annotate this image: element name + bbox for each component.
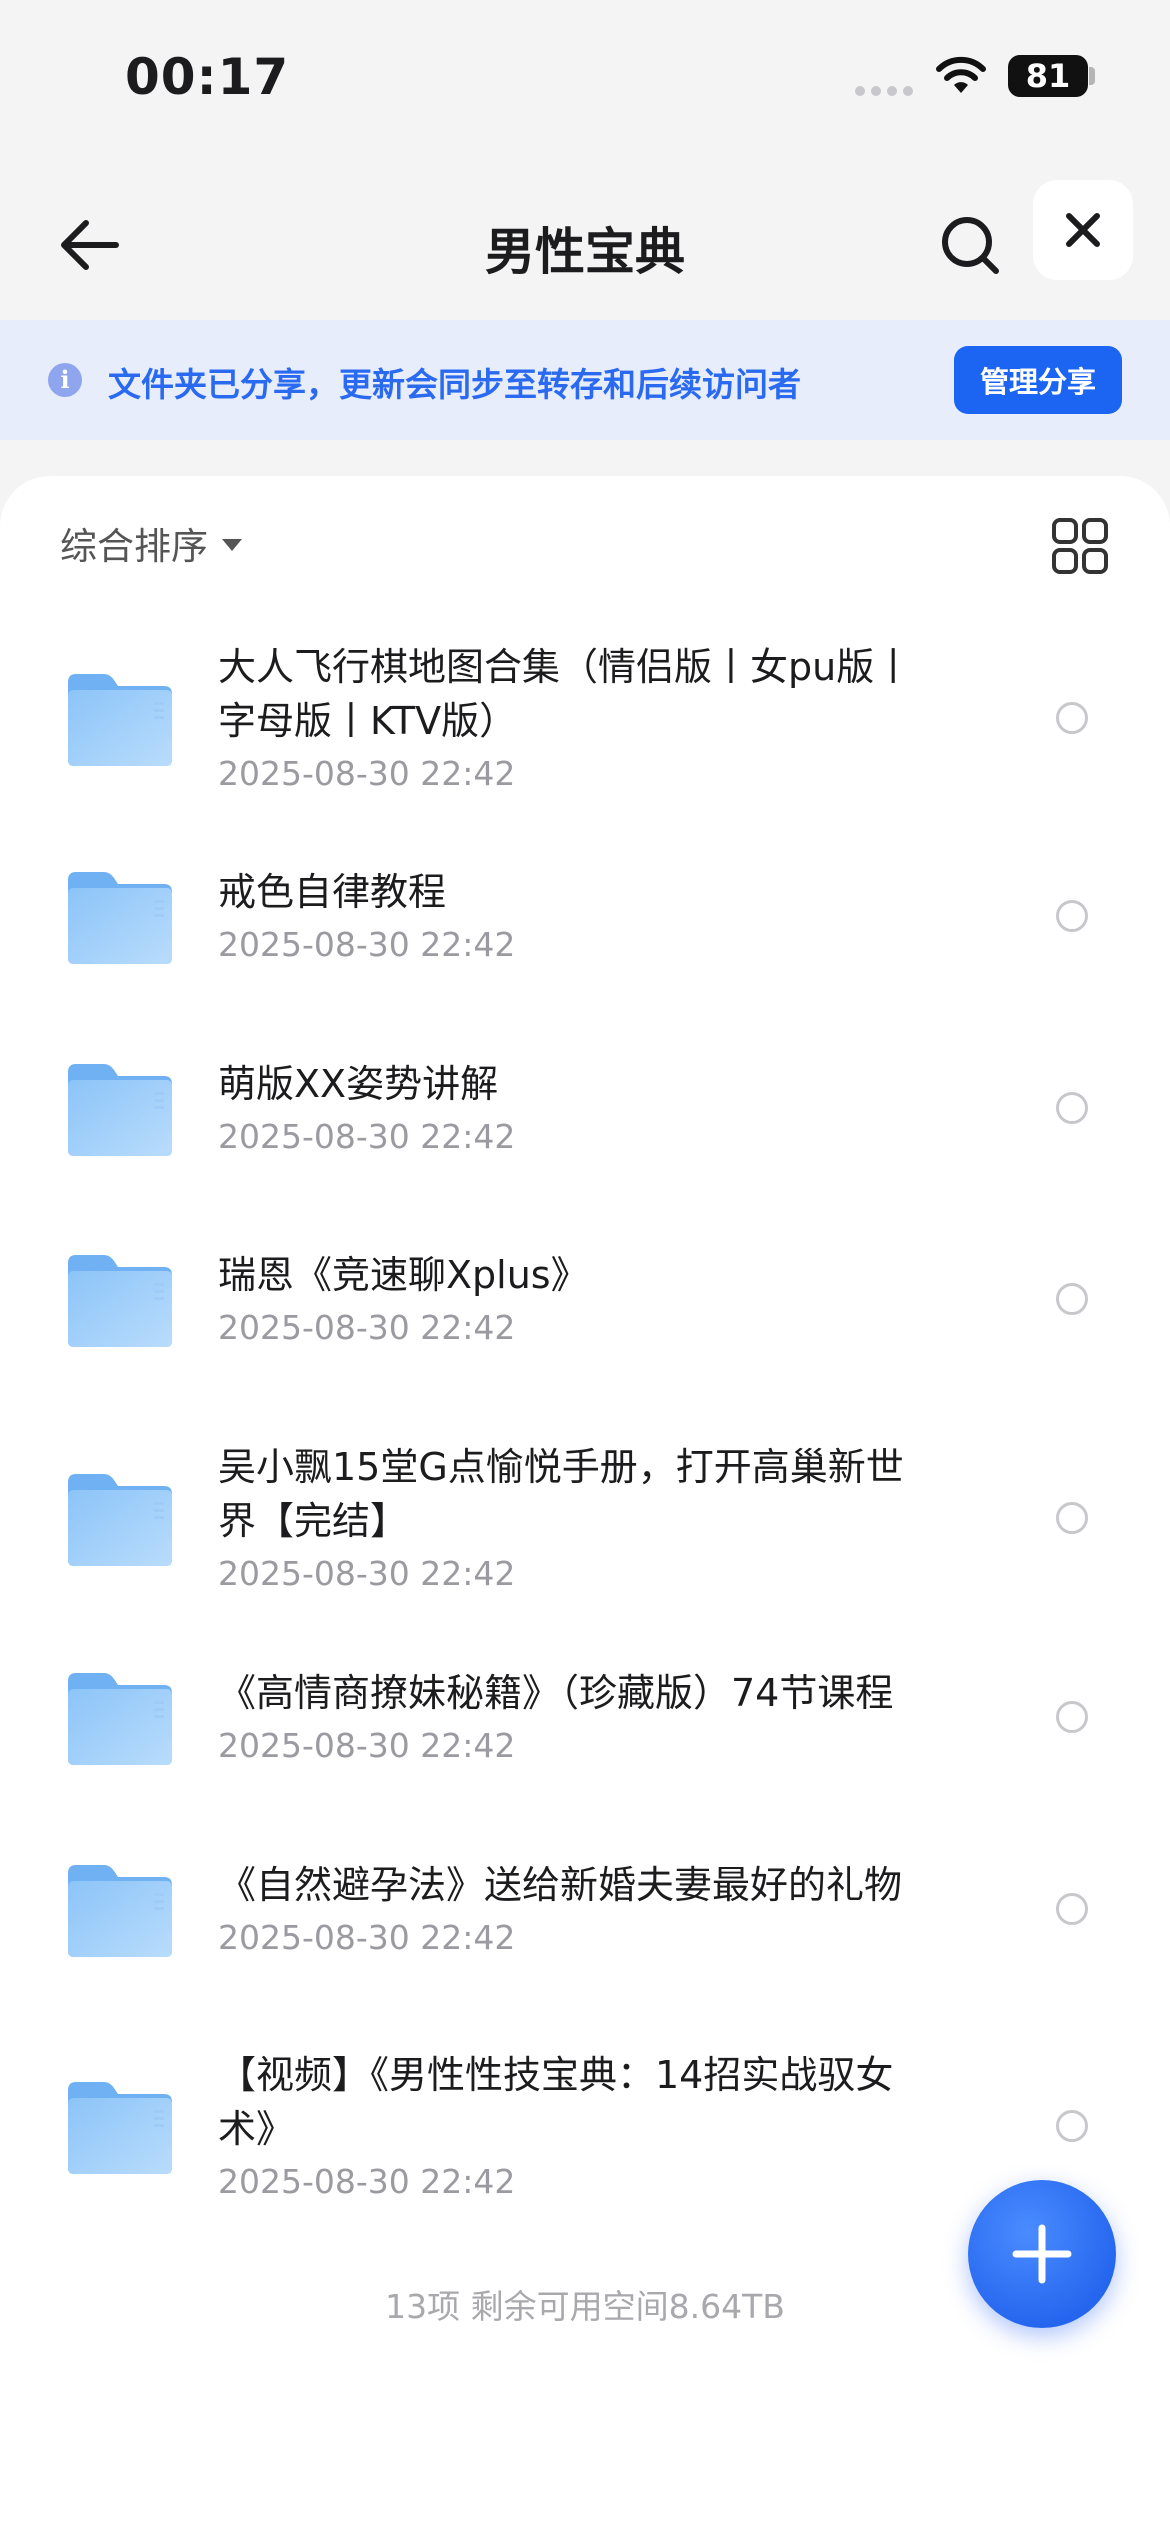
grid-view-icon[interactable]: [1050, 516, 1110, 576]
add-button[interactable]: [968, 2180, 1116, 2328]
folder-icon: [66, 1667, 174, 1767]
select-radio[interactable]: [1056, 1701, 1088, 1733]
list-item[interactable]: 【视频】《男性性技宝典：14招实战驭女术》 2025-08-30 22:42: [0, 2048, 1170, 2204]
select-radio[interactable]: [1056, 900, 1088, 932]
folder-name: 戒色自律教程: [218, 870, 447, 914]
list-item[interactable]: 戒色自律教程 2025-08-30 22:42: [0, 865, 1170, 967]
battery-cap: [1089, 67, 1095, 85]
select-radio[interactable]: [1056, 1092, 1088, 1124]
select-radio[interactable]: [1056, 2110, 1088, 2142]
select-radio[interactable]: [1056, 1502, 1088, 1534]
list-item[interactable]: 萌版XX姿势讲解 2025-08-30 22:42: [0, 1057, 1170, 1159]
folder-date: 2025-08-30 22:42: [218, 1308, 516, 1347]
folder-icon: [66, 1859, 174, 1959]
folder-date: 2025-08-30 22:42: [218, 1726, 516, 1765]
info-icon: i: [48, 363, 82, 397]
wifi-icon: [936, 56, 986, 93]
folder-name: 大人飞行棋地图合集（情侣版丨女pu版丨字母版丨KTV版）: [218, 645, 913, 743]
list-item[interactable]: 大人飞行棋地图合集（情侣版丨女pu版丨字母版丨KTV版） 2025-08-30 2…: [0, 640, 1170, 796]
select-radio[interactable]: [1056, 1893, 1088, 1925]
sort-label: 综合排序: [60, 525, 208, 568]
list-item[interactable]: 《自然避孕法》送给新婚夫妻最好的礼物 2025-08-30 22:42: [0, 1858, 1170, 1960]
list-item[interactable]: 《高情商撩妹秘籍》（珍藏版）74节课程 2025-08-30 22:42: [0, 1666, 1170, 1768]
folder-name: 萌版XX姿势讲解: [218, 1062, 499, 1106]
folder-date: 2025-08-30 22:42: [218, 1117, 516, 1156]
folder-name: 【视频】《男性性技宝典：14招实战驭女术》: [218, 2053, 894, 2151]
folder-date: 2025-08-30 22:42: [218, 1918, 516, 1957]
folder-name: 《高情商撩妹秘籍》（珍藏版）74节课程: [218, 1671, 894, 1715]
search-button[interactable]: [920, 195, 1020, 295]
close-icon: [1066, 213, 1100, 247]
search-icon: [942, 217, 999, 274]
folder-icon: [66, 1058, 174, 1158]
folder-icon: [66, 866, 174, 966]
nav-bar: 男性宝典: [0, 170, 1170, 320]
folder-date: 2025-08-30 22:42: [218, 2162, 516, 2201]
share-banner: i 文件夹已分享，更新会同步至转存和后续访问者 管理分享: [0, 320, 1170, 440]
cellular-signal-icon: [855, 86, 915, 96]
plus-icon: [1012, 2224, 1072, 2284]
select-radio[interactable]: [1056, 702, 1088, 734]
folder-name: 吴小飘15堂G点愉悦手册，打开高巢新世界【完结】: [218, 1445, 904, 1543]
share-banner-text: 文件夹已分享，更新会同步至转存和后续访问者: [108, 365, 801, 404]
caret-down-icon: [222, 539, 242, 551]
folder-date: 2025-08-30 22:42: [218, 1554, 516, 1593]
folder-icon: [66, 1468, 174, 1568]
select-radio[interactable]: [1056, 1283, 1088, 1315]
folder-date: 2025-08-30 22:42: [218, 925, 516, 964]
battery-icon: 81: [1008, 55, 1088, 97]
sort-dropdown[interactable]: 综合排序: [60, 516, 242, 570]
status-time: 00:17: [125, 48, 290, 106]
folder-icon: [66, 2076, 174, 2176]
folder-name: 瑞恩《竞速聊Xplus》: [218, 1253, 589, 1297]
close-button[interactable]: [1033, 180, 1133, 280]
folder-icon: [66, 1249, 174, 1349]
status-bar: 00:17 81: [0, 0, 1170, 150]
folder-icon: [66, 668, 174, 768]
list-item[interactable]: 吴小飘15堂G点愉悦手册，打开高巢新世界【完结】 2025-08-30 22:42: [0, 1440, 1170, 1596]
list-item[interactable]: 瑞恩《竞速聊Xplus》 2025-08-30 22:42: [0, 1248, 1170, 1350]
folder-name: 《自然避孕法》送给新婚夫妻最好的礼物: [218, 1863, 903, 1907]
manage-share-button[interactable]: 管理分享: [954, 346, 1122, 414]
folder-date: 2025-08-30 22:42: [218, 754, 516, 793]
